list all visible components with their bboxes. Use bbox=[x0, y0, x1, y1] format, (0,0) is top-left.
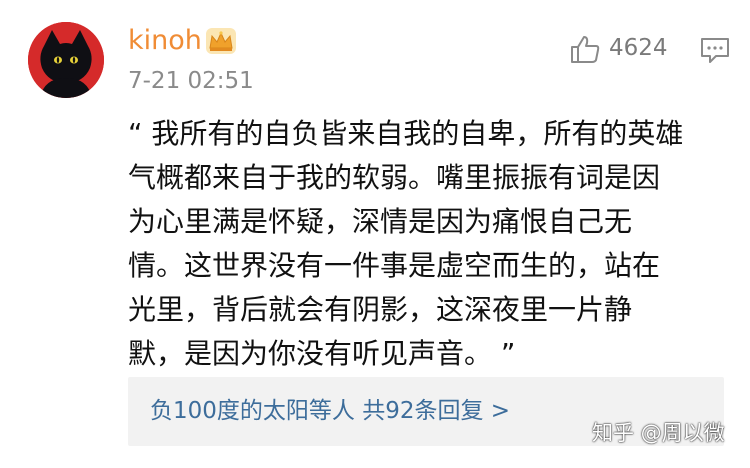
comment-text-line: 光里，背后就会有阴影，这深夜里一片静 bbox=[128, 293, 633, 326]
comment-text-line: 情。这世界没有一件事是虚空而生的，站在 bbox=[128, 249, 661, 282]
comment-text: “ 我所有的自负皆来自我的自卑，所有的英雄 气概都来自于我的软弱。嘴里振振有词是… bbox=[128, 112, 738, 376]
comment-text-line: 默，是因为你没有听见声音。 ” bbox=[128, 337, 516, 370]
black-cat-avatar-icon bbox=[28, 22, 104, 98]
comment-text-line: “ 我所有的自负皆来自我的自卑，所有的英雄 bbox=[128, 117, 684, 150]
crown-icon bbox=[206, 28, 236, 54]
watermark: 知乎 @周以微 bbox=[592, 421, 725, 445]
comment-timestamp: 7-21 02:51 bbox=[128, 68, 254, 94]
like-count[interactable]: 4624 bbox=[609, 33, 668, 63]
reply-summary-link[interactable]: 负100度的太阳等人 共92条回复 > bbox=[150, 394, 510, 428]
comment-text-line: 气概都来自于我的软弱。嘴里振振有词是因 bbox=[128, 161, 661, 194]
thumbs-up-icon[interactable] bbox=[569, 34, 601, 64]
username[interactable]: kinoh bbox=[128, 24, 202, 58]
avatar[interactable] bbox=[28, 22, 104, 98]
comment-text-line: 为心里满是怀疑，深情是因为痛恨自己无 bbox=[128, 205, 633, 238]
comment-icon[interactable] bbox=[700, 36, 730, 64]
